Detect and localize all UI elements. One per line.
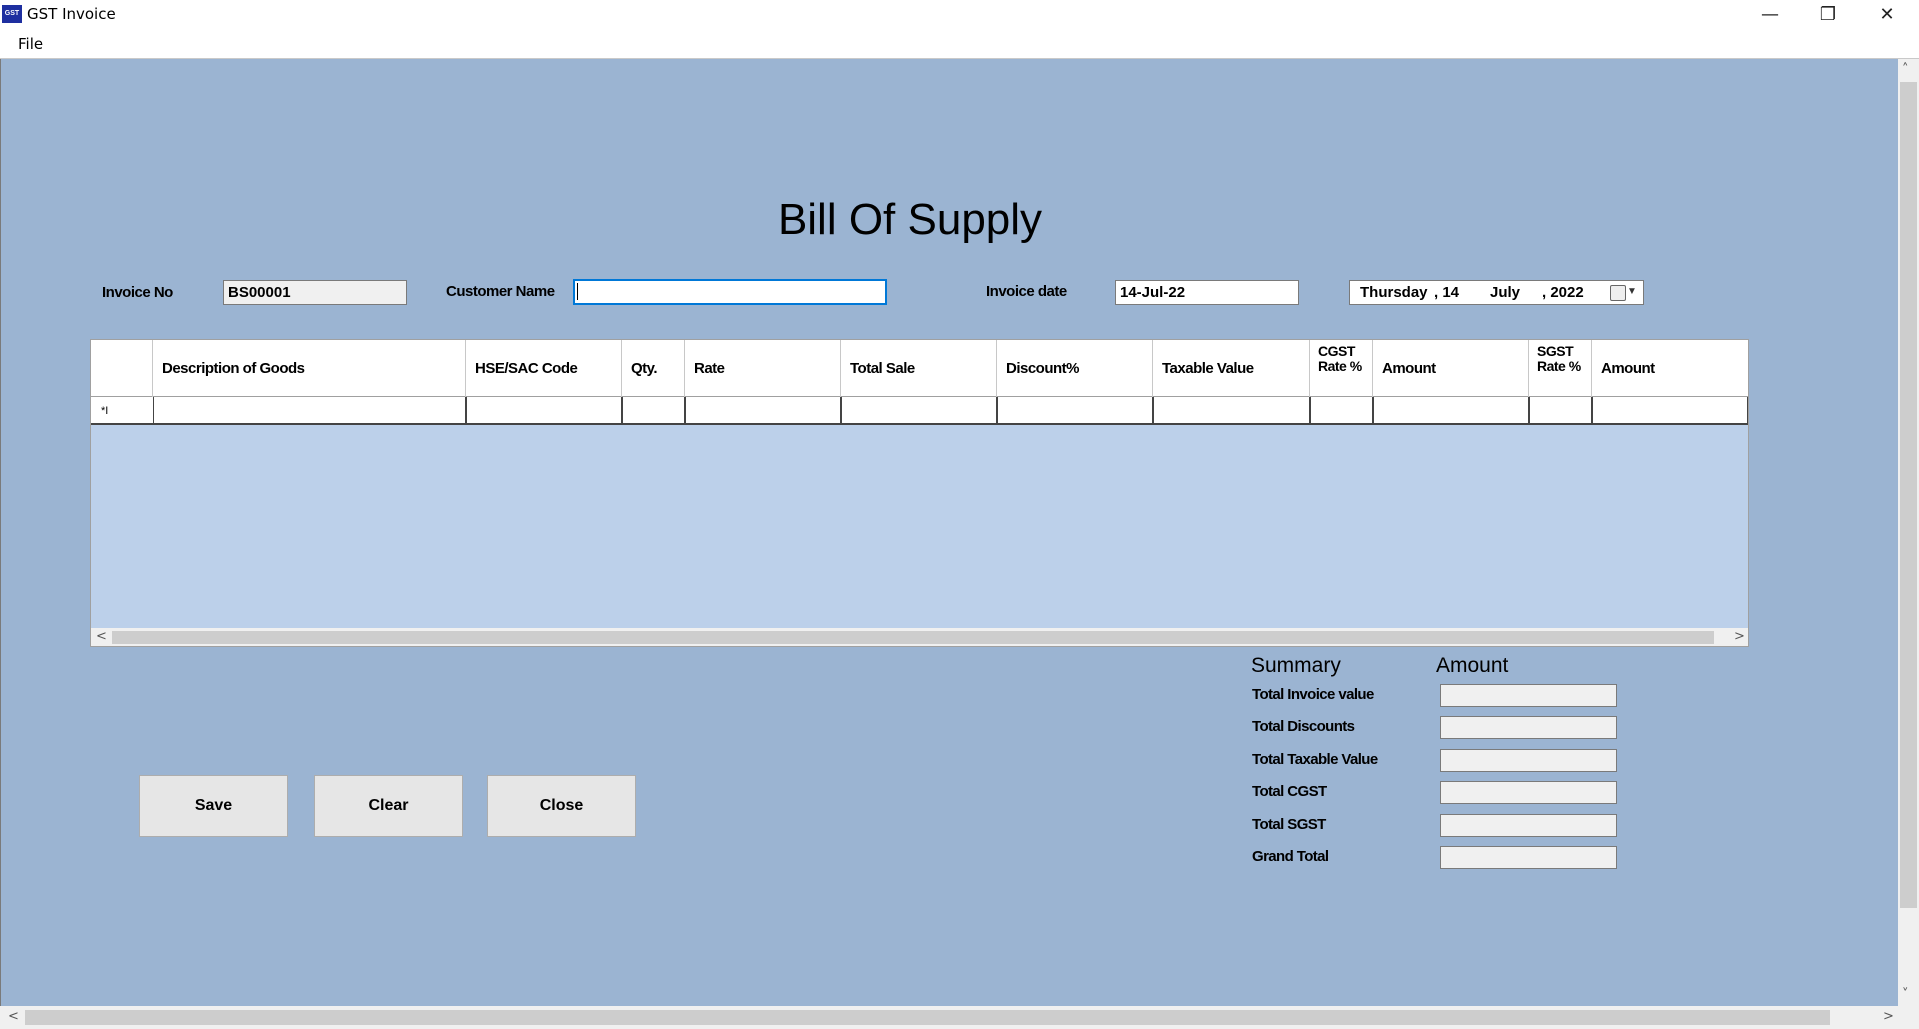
- horizontal-scroll-thumb[interactable]: [25, 1010, 1830, 1025]
- total-sgst-field[interactable]: [1440, 814, 1617, 837]
- total-cgst-label: Total CGST: [1252, 783, 1327, 800]
- cell-discount[interactable]: [997, 397, 1153, 425]
- cell-qty[interactable]: [622, 397, 685, 425]
- scroll-right-icon[interactable]: >: [1883, 1009, 1894, 1024]
- grand-total-field[interactable]: [1440, 846, 1617, 869]
- customer-name-field[interactable]: [573, 279, 887, 305]
- cell-hsn-code[interactable]: [466, 397, 622, 425]
- cell-sgst-amount[interactable]: [1592, 397, 1748, 425]
- col-sgst-rate[interactable]: SGST Rate %: [1529, 340, 1592, 397]
- cell-cgst-rate[interactable]: [1310, 397, 1373, 425]
- scroll-left-icon[interactable]: <: [96, 629, 107, 644]
- amount-title: Amount: [1436, 654, 1509, 677]
- cell-rate[interactable]: [685, 397, 841, 425]
- total-taxable-value-field[interactable]: [1440, 749, 1617, 772]
- col-rate[interactable]: Rate: [685, 340, 841, 397]
- window-title: GST Invoice: [27, 5, 116, 23]
- scroll-right-icon[interactable]: >: [1734, 629, 1745, 644]
- col-cgst-rate[interactable]: CGST Rate %: [1310, 340, 1373, 397]
- customer-name-label: Customer Name: [446, 283, 555, 300]
- cell-sgst-rate[interactable]: [1529, 397, 1592, 425]
- grid-corner-header: [91, 340, 153, 397]
- col-hsn-code[interactable]: HSE/SAC Code: [466, 340, 622, 397]
- col-description[interactable]: Description of Goods: [153, 340, 466, 397]
- total-invoice-value-label: Total Invoice value: [1252, 686, 1374, 703]
- col-cgst-amount[interactable]: Amount: [1373, 340, 1529, 397]
- col-qty[interactable]: Qty.: [622, 340, 685, 397]
- cell-cgst-amount[interactable]: [1373, 397, 1529, 425]
- scroll-down-icon[interactable]: ˅: [1902, 987, 1909, 1002]
- cell-taxable-value[interactable]: [1153, 397, 1310, 425]
- scrollbar-corner: [1898, 1006, 1919, 1029]
- total-sgst-label: Total SGST: [1252, 816, 1326, 833]
- clear-button[interactable]: Clear: [314, 775, 463, 837]
- save-button[interactable]: Save: [139, 775, 288, 837]
- grid-scroll-thumb[interactable]: [112, 631, 1714, 644]
- scroll-up-icon[interactable]: ˄: [1902, 62, 1909, 77]
- invoice-date-field[interactable]: 14-Jul-22: [1115, 280, 1299, 305]
- col-total-sale[interactable]: Total Sale: [841, 340, 997, 397]
- col-sgst-amount[interactable]: Amount: [1592, 340, 1748, 397]
- vertical-scroll-thumb[interactable]: [1900, 82, 1917, 908]
- text-caret: [577, 283, 578, 300]
- date-weekday: Thursday: [1360, 284, 1428, 301]
- col-discount[interactable]: Discount%: [997, 340, 1153, 397]
- invoice-no-field[interactable]: BS00001: [223, 280, 407, 305]
- grand-total-label: Grand Total: [1252, 848, 1329, 865]
- title-bar: [0, 0, 1919, 29]
- cell-description[interactable]: [153, 397, 466, 425]
- chevron-down-icon[interactable]: ▼: [1627, 283, 1637, 300]
- page-title: Bill Of Supply: [777, 195, 1043, 244]
- calendar-dropdown-icon[interactable]: [1610, 285, 1626, 301]
- total-cgst-field[interactable]: [1440, 781, 1617, 804]
- total-taxable-value-label: Total Taxable Value: [1252, 751, 1378, 768]
- app-icon: GST: [2, 5, 22, 23]
- row-header-new[interactable]: *I: [91, 397, 153, 425]
- menu-bar: [0, 29, 1919, 59]
- date-month: July: [1490, 284, 1521, 301]
- invoice-no-label: Invoice No: [102, 284, 173, 301]
- menu-file[interactable]: File: [18, 35, 43, 53]
- scroll-left-icon[interactable]: <: [8, 1009, 19, 1024]
- date-day: , 14: [1434, 284, 1460, 301]
- total-discounts-label: Total Discounts: [1252, 718, 1355, 735]
- col-taxable-value[interactable]: Taxable Value: [1153, 340, 1310, 397]
- date-year: , 2022: [1542, 284, 1584, 301]
- total-invoice-value-field[interactable]: [1440, 684, 1617, 707]
- invoice-date-label: Invoice date: [986, 283, 1067, 300]
- date-picker[interactable]: Thursday , 14 July , 2022 ▼: [1349, 280, 1644, 305]
- cell-total-sale[interactable]: [841, 397, 997, 425]
- minimize-button[interactable]: —: [1741, 0, 1799, 29]
- summary-title: Summary: [1251, 654, 1341, 677]
- close-button[interactable]: Close: [487, 775, 636, 837]
- total-discounts-field[interactable]: [1440, 716, 1617, 739]
- close-window-button[interactable]: ✕: [1858, 0, 1916, 29]
- restore-button[interactable]: ❐: [1799, 0, 1857, 29]
